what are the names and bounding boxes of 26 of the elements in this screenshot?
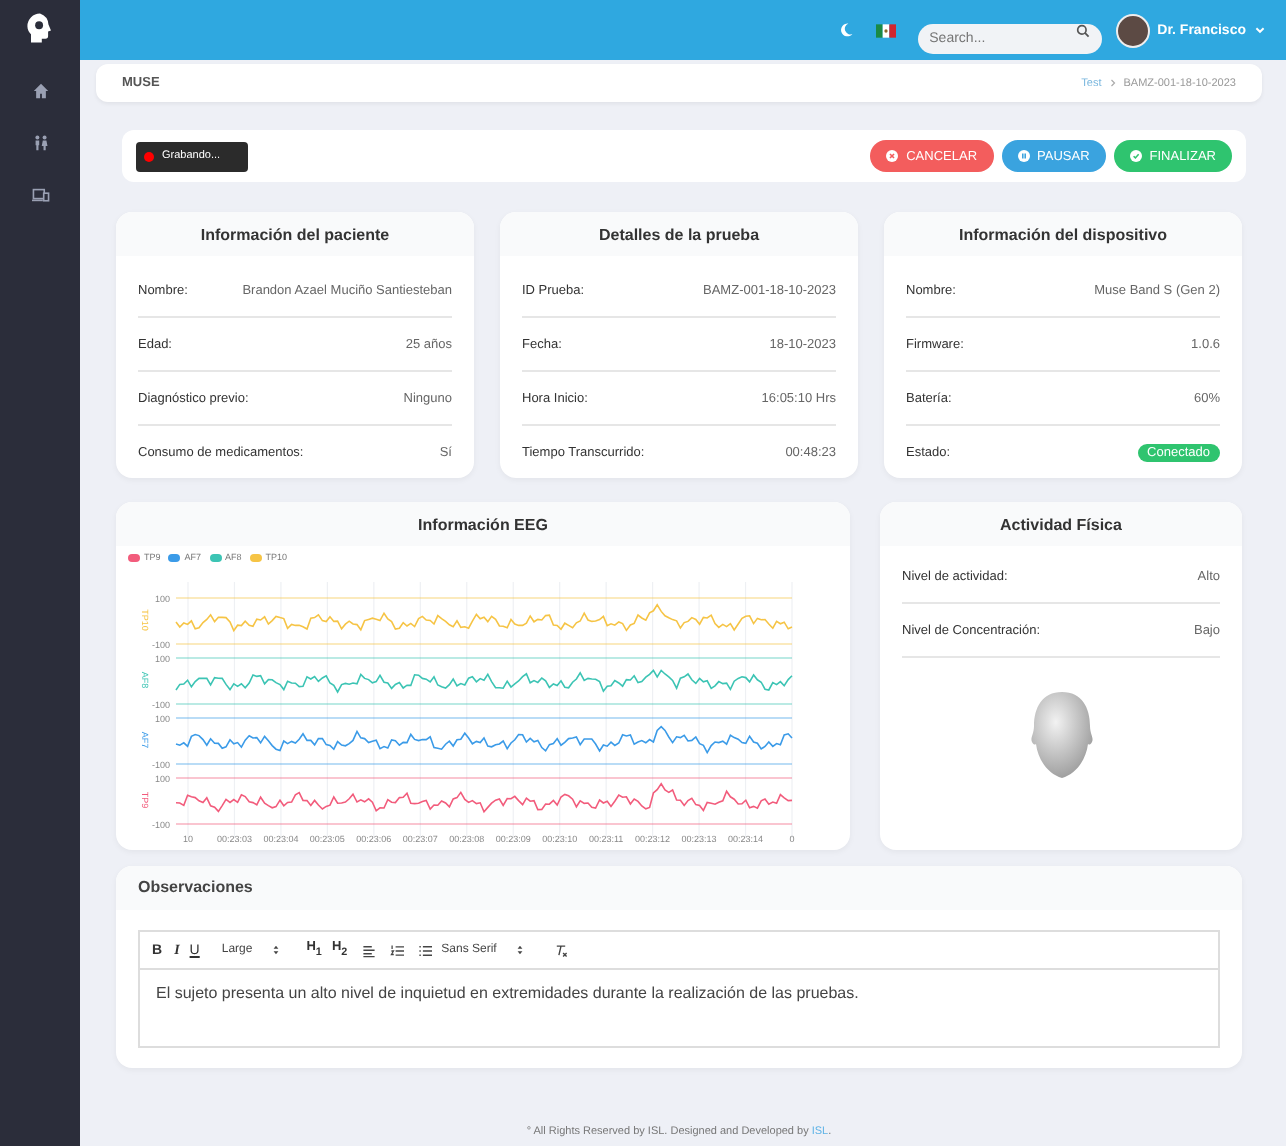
editor-text[interactable]: El sujeto presenta un alto nivel de inquietud en extremidades durante la realización de las pruebas. bbox=[140, 970, 1218, 1046]
home-icon[interactable] bbox=[31, 82, 49, 100]
avatar[interactable] bbox=[1115, 13, 1150, 47]
card-title: Detalles de la prueba bbox=[500, 212, 858, 256]
pause-circle-icon bbox=[1017, 150, 1030, 162]
updown-icon bbox=[272, 944, 281, 956]
card-title: Información del paciente bbox=[116, 212, 474, 256]
ordered-list-icon[interactable] bbox=[389, 943, 404, 957]
chevron-right-icon bbox=[1107, 78, 1118, 88]
card-title: Información EEG bbox=[116, 502, 850, 546]
chevron-down-icon[interactable] bbox=[1254, 24, 1266, 36]
record-dot-icon bbox=[144, 151, 154, 161]
card-title: Información del dispositivo bbox=[884, 212, 1242, 256]
search-icon[interactable] bbox=[1075, 23, 1090, 37]
moon-icon[interactable] bbox=[837, 22, 854, 38]
devices-icon[interactable] bbox=[31, 186, 49, 204]
updown-icon bbox=[516, 944, 525, 956]
check-circle-icon bbox=[1129, 150, 1142, 162]
mexico-flag-icon[interactable] bbox=[875, 23, 896, 37]
card-title: Observaciones bbox=[116, 866, 1242, 910]
clear-format-icon[interactable] bbox=[554, 943, 569, 957]
align-left-icon[interactable] bbox=[361, 943, 376, 957]
card-title: Actividad Física bbox=[880, 502, 1242, 546]
close-circle-icon bbox=[886, 150, 899, 162]
people-icon[interactable] bbox=[31, 134, 49, 152]
bullet-list-icon[interactable] bbox=[417, 943, 432, 957]
